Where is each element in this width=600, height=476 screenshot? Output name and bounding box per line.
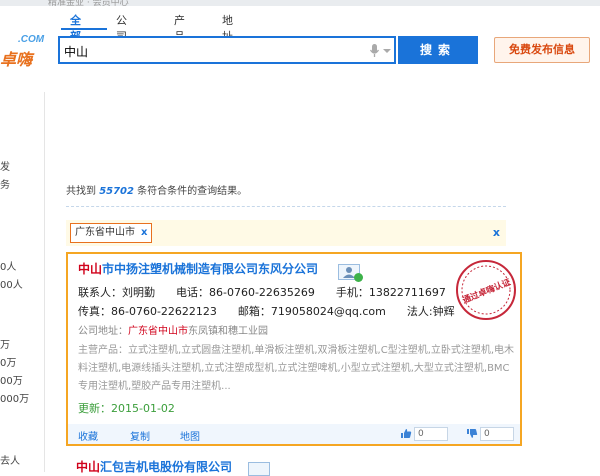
check-badge-icon bbox=[354, 273, 363, 282]
company-title-link[interactable]: 中山市中扬注塑机械制造有限公司东风分公司 bbox=[78, 260, 318, 277]
microphone-icon[interactable] bbox=[368, 43, 394, 59]
thumbs-up-icon bbox=[401, 429, 412, 438]
contact-row: 联系人：刘明勤 电话：86-0760-22635269 手机：138227116… bbox=[78, 284, 446, 300]
legal-person: 法人:钟辉 bbox=[406, 305, 455, 318]
favorite-link[interactable]: 收藏 bbox=[78, 428, 98, 443]
title-rest: 市中扬注塑机械制造有限公司东风分公司 bbox=[102, 262, 319, 276]
sidebar-fragment: 0人 bbox=[0, 262, 17, 273]
address-highlight: 广东省中山市 bbox=[128, 326, 188, 337]
result-suffix: 条符合条件的查询结果。 bbox=[137, 186, 248, 197]
updated-date: 更新：2015-01-02 bbox=[78, 402, 175, 415]
logo-com: .COM bbox=[18, 34, 45, 45]
mobile: 手机：13822711697 bbox=[335, 286, 446, 299]
phone: 电话：86-0760-22635269 bbox=[176, 286, 315, 299]
logo-brand: 卓嗨 bbox=[0, 50, 33, 69]
fax-row: 传真：86-0760-22622123 邮箱：719058024@qq.com … bbox=[78, 303, 455, 319]
filter-tag-remove-button[interactable]: x bbox=[141, 227, 147, 238]
map-link[interactable]: 地图 bbox=[180, 428, 200, 443]
result-number: 55702 bbox=[99, 186, 134, 197]
sidebar-fragment: 000万 bbox=[0, 394, 30, 405]
filter-clear-button[interactable]: x bbox=[493, 226, 500, 239]
address-label: 公司地址： bbox=[78, 326, 128, 337]
filter-tag-label: 广东省中山市 bbox=[75, 227, 135, 238]
search-input[interactable] bbox=[64, 41, 354, 61]
next-company-title-link[interactable]: 中山汇包吉机电股份有限公司 bbox=[76, 458, 232, 475]
search-button[interactable]: 搜索 bbox=[398, 36, 478, 64]
sidebar-fragment: 万 bbox=[0, 340, 10, 351]
thumbs-down-icon bbox=[467, 429, 478, 438]
title-highlight: 中山 bbox=[78, 262, 103, 276]
next-verified-member-icon[interactable] bbox=[248, 462, 270, 476]
publish-info-button[interactable]: 免费发布信息 bbox=[494, 37, 590, 63]
sidebar-divider bbox=[44, 92, 45, 472]
sidebar-fragment: 发 bbox=[0, 162, 10, 173]
main-products: 主营产品：立式注塑机,立式圆盘注塑机,单滑板注塑机,双滑板注塑机,C型注塑机,立… bbox=[78, 345, 515, 392]
search-box bbox=[58, 36, 396, 64]
verified-member-icon[interactable] bbox=[338, 264, 363, 282]
next-title-highlight: 中山 bbox=[76, 460, 101, 474]
sidebar-fragment: 0万 bbox=[0, 358, 17, 369]
filter-tag-region: 广东省中山市 x bbox=[70, 223, 153, 243]
active-tab-indicator bbox=[61, 28, 107, 30]
result-count: 共找到 55702 条符合条件的查询结果。 bbox=[66, 182, 247, 197]
certification-seal-icon: 通过卓嗨认证 bbox=[454, 258, 518, 322]
next-title-rest: 汇包吉机电股份有限公司 bbox=[100, 460, 233, 474]
dotted-divider bbox=[66, 206, 506, 207]
result-card: 中山市中扬注塑机械制造有限公司东风分公司 联系人：刘明勤 电话：86-0760-… bbox=[66, 252, 522, 446]
fax: 传真：86-0760-22622123 bbox=[78, 305, 217, 318]
seal-text: 通过卓嗨认证 bbox=[461, 277, 513, 306]
email: 邮箱：719058024@qq.com bbox=[237, 305, 386, 318]
sidebar-fragment: 务 bbox=[0, 180, 10, 191]
top-bar: 精准金业 · 会员中心 bbox=[0, 0, 600, 8]
filter-bar: 广东省中山市 x x bbox=[66, 220, 506, 246]
address-rest: 东凤镇和穗工业园 bbox=[188, 326, 268, 337]
sidebar-fragment: 00万 bbox=[0, 376, 23, 387]
card-action-bar: 收藏 复制 地图 0 0 bbox=[68, 424, 520, 444]
sidebar-fragment: 00人 bbox=[0, 280, 23, 291]
dislike-count: 0 bbox=[480, 427, 514, 441]
contact-person: 联系人：刘明勤 bbox=[78, 286, 155, 299]
result-prefix: 共找到 bbox=[66, 186, 96, 197]
top-bar-text: 精准金业 · 会员中心 bbox=[48, 0, 129, 8]
sidebar-fragment: 去人 bbox=[0, 456, 20, 467]
address-row: 公司地址：广东省中山市东凤镇和穗工业园 bbox=[78, 322, 268, 337]
site-logo[interactable]: .COM 卓嗨 bbox=[0, 30, 60, 70]
copy-link[interactable]: 复制 bbox=[130, 428, 150, 443]
like-count: 0 bbox=[414, 427, 448, 441]
